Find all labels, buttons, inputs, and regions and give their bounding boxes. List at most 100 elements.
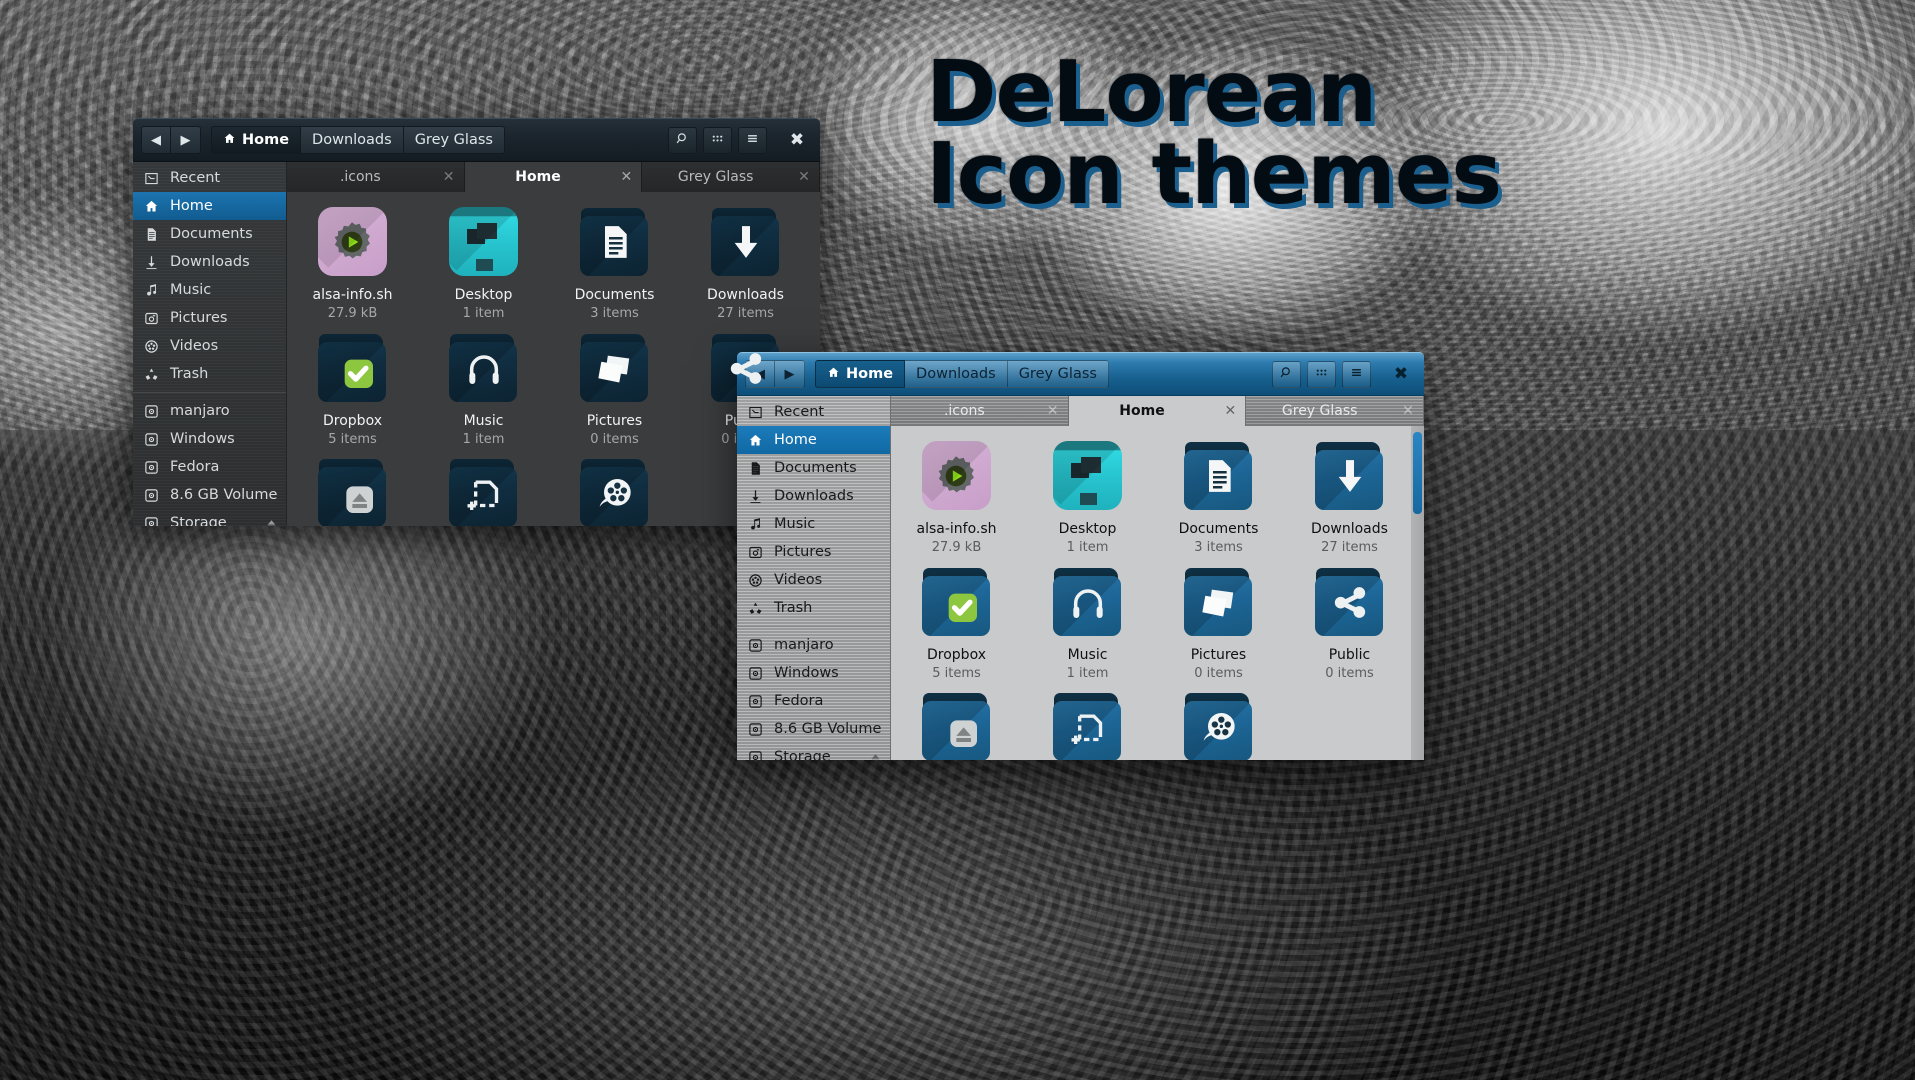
file-item-pictures[interactable]: Pictures 0 items [549,332,680,450]
sidebar-item-fedora[interactable]: Fedora [133,453,286,481]
tab-icons[interactable]: .icons ✕ [287,162,465,192]
search-button[interactable] [1272,360,1301,388]
tab-close-icon[interactable]: ✕ [434,169,464,185]
back-button[interactable]: ◀ [141,126,171,154]
forward-button[interactable]: ▶ [171,126,201,154]
sidebar-item-documents[interactable]: Documents [737,454,890,482]
scrollbar-thumb[interactable] [1413,432,1422,514]
file-item-dropbox[interactable]: Dropbox 5 items [891,566,1022,684]
file-item-templates[interactable]: Templates [1022,691,1153,760]
sidebar-item-windows[interactable]: Windows [737,659,890,687]
file-meta: 27 items [717,305,774,321]
sidebar-item-manjaro[interactable]: manjaro [737,631,890,659]
file-item-videos[interactable]: Videos [1153,691,1284,760]
file-manager-window-dark[interactable]: ◀ ▶ Home Downloads Grey Glass ✖ Recent Home Docu… [133,118,820,526]
breadcrumb-item-home[interactable]: Home [815,360,906,388]
breadcrumb-label: Grey Glass [1018,366,1097,382]
eject-icon[interactable] [869,751,882,760]
file-item-alsa-info-sh[interactable]: alsa-info.sh 27.9 kB [287,206,418,324]
vertical-scrollbar[interactable] [1411,426,1424,760]
file-item-sandisk-clip[interactable]: Sandisk Clip [287,457,418,526]
view-grid-button[interactable] [1307,360,1336,388]
sidebar-item-music[interactable]: Music [133,276,286,304]
sidebar-item-trash[interactable]: Trash [737,594,890,622]
sidebar-item-windows[interactable]: Windows [133,425,286,453]
tab-home[interactable]: Home ✕ [1068,396,1247,426]
sidebar-item-pictures[interactable]: Pictures [133,304,286,332]
sidebar-item-videos[interactable]: Videos [737,566,890,594]
menu-button[interactable] [1342,360,1371,388]
close-button[interactable]: ✖ [782,127,812,154]
breadcrumb-item-grey-glass[interactable]: Grey Glass [1007,360,1109,388]
sidebar-item-music[interactable]: Music [737,510,890,538]
sidebar-item-videos[interactable]: Videos [133,332,286,360]
file-manager-window-light[interactable]: ◀ ▶ Home Downloads Grey Glass ✖ Recent Home Docu… [737,352,1424,760]
sidebar-item-trash[interactable]: Trash [133,360,286,388]
sidebar-item-storage[interactable]: Storage [737,743,890,760]
file-icon-view[interactable]: alsa-info.sh 27.9 kB Desktop 1 item Document… [891,426,1424,760]
file-item-desktop[interactable]: Desktop 1 item [1022,440,1153,558]
tab-close-icon[interactable]: ✕ [1393,403,1423,419]
sidebar-item-home[interactable]: Home [133,192,286,220]
sidebar-item-label: Windows [774,665,839,681]
tab-home[interactable]: Home ✕ [464,162,643,192]
music-folder-icon [448,332,520,404]
breadcrumb-item-home[interactable]: Home [211,126,302,154]
menu-button[interactable] [738,126,767,154]
document-icon [748,461,763,476]
tab-close-icon[interactable]: ✕ [1215,403,1245,419]
sidebar-item-home[interactable]: Home [737,426,890,454]
sidebar-item-pictures[interactable]: Pictures [737,538,890,566]
sidebar-item-downloads[interactable]: Downloads [133,248,286,276]
file-item-dropbox[interactable]: Dropbox 5 items [287,332,418,450]
sidebar-item-label: Downloads [774,488,854,504]
tab-close-icon[interactable]: ✕ [611,169,641,185]
file-item-documents[interactable]: Documents 3 items [1153,440,1284,558]
sidebar-item-downloads[interactable]: Downloads [737,482,890,510]
sidebar-item-8-6-gb-volume[interactable]: 8.6 GB Volume [737,715,890,743]
breadcrumb-item-downloads[interactable]: Downloads [905,360,1008,388]
file-icon [1052,440,1124,512]
file-item-pictures[interactable]: Pictures 0 items [1153,566,1284,684]
breadcrumb-item-downloads[interactable]: Downloads [301,126,404,154]
sidebar-item-recent[interactable]: Recent [133,164,286,192]
sidebar-item-documents[interactable]: Documents [133,220,286,248]
file-item-sandisk-clip[interactable]: Sandisk Clip [891,691,1022,760]
file-item-alsa-info-sh[interactable]: alsa-info.sh 27.9 kB [891,440,1022,558]
file-item-music[interactable]: Music 1 item [1022,566,1153,684]
file-item-videos[interactable]: Videos [549,457,680,526]
tab-grey-glass[interactable]: Grey Glass ✕ [1246,396,1424,426]
file-item-music[interactable]: Music 1 item [418,332,549,450]
sidebar-item-label: 8.6 GB Volume [170,487,278,503]
file-icon [921,440,993,512]
tab-icons[interactable]: .icons ✕ [891,396,1069,426]
public-folder-icon [1314,566,1386,638]
sidebar-item-storage[interactable]: Storage [133,509,286,526]
file-item-downloads[interactable]: Downloads 27 items [1284,440,1415,558]
sidebar-item-fedora[interactable]: Fedora [737,687,890,715]
sidebar-item-8-6-gb-volume[interactable]: 8.6 GB Volume [133,481,286,509]
breadcrumb-item-grey-glass[interactable]: Grey Glass [403,126,505,154]
eject-icon[interactable] [265,517,278,526]
script-gear-play-icon [317,207,387,276]
file-item-public[interactable]: Public 0 items [1284,566,1415,684]
tab-bar: .icons ✕ Home ✕ Grey Glass ✕ [287,162,820,192]
sidebar-item-manjaro[interactable]: manjaro [133,397,286,425]
close-icon: ✖ [1393,364,1409,384]
view-grid-button[interactable] [703,126,732,154]
tab-close-icon[interactable]: ✕ [1038,403,1068,419]
search-button[interactable] [668,126,697,154]
tab-label: Home [515,169,561,185]
tab-close-icon[interactable]: ✕ [789,169,819,185]
file-item-downloads[interactable]: Downloads 27 items [680,206,811,324]
close-button[interactable]: ✖ [1386,361,1416,388]
file-name: Music [1067,646,1108,663]
tab-grey-glass[interactable]: Grey Glass ✕ [642,162,820,192]
file-item-desktop[interactable]: Desktop 1 item [418,206,549,324]
file-item-documents[interactable]: Documents 3 items [549,206,680,324]
dropbox-folder-icon [921,566,993,638]
file-grid: alsa-info.sh 27.9 kB Desktop 1 item Document… [891,440,1424,760]
tab-label: Grey Glass [677,169,754,185]
file-icon [710,206,782,278]
file-item-templates[interactable]: Templates [418,457,549,526]
